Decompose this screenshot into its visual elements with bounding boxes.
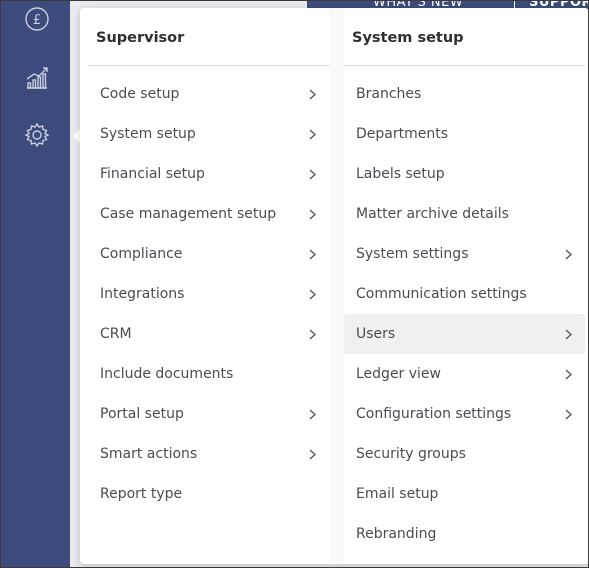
gear-icon[interactable] bbox=[23, 121, 51, 149]
menu-item-portal-setup[interactable]: Portal setup bbox=[88, 394, 329, 434]
menu-item-label: System settings bbox=[356, 246, 469, 262]
supervisor-column: Supervisor Code setup System setup Financi… bbox=[88, 8, 329, 564]
menu-item-communication-settings[interactable]: Communication settings bbox=[344, 274, 585, 314]
system-setup-menu: Branches Departments Labels setup Matter ar… bbox=[344, 66, 585, 554]
menu-item-label: Integrations bbox=[100, 286, 185, 302]
menu-item-security-groups[interactable]: Security groups bbox=[344, 434, 585, 474]
chevron-right-icon bbox=[563, 234, 573, 274]
menu-item-system-setup[interactable]: System setup bbox=[88, 114, 329, 154]
menu-item-label: Matter archive details bbox=[356, 206, 509, 222]
menu-item-label: Communication settings bbox=[356, 286, 527, 302]
menu-item-label: Compliance bbox=[100, 246, 183, 262]
menu-item-system-settings[interactable]: System settings bbox=[344, 234, 585, 274]
menu-item-label: Code setup bbox=[100, 86, 180, 102]
menu-item-label: Configuration settings bbox=[356, 406, 512, 422]
menu-item-code-setup[interactable]: Code setup bbox=[88, 74, 329, 114]
menu-item-label: Labels setup bbox=[356, 166, 445, 182]
menu-item-label: Departments bbox=[356, 126, 449, 142]
supervisor-popover: Supervisor Code setup System setup Financi… bbox=[80, 8, 588, 564]
menu-item-email-setup[interactable]: Email setup bbox=[344, 474, 585, 514]
menu-item-label: Security groups bbox=[356, 446, 466, 462]
menu-item-departments[interactable]: Departments bbox=[344, 114, 585, 154]
chevron-right-icon bbox=[307, 274, 317, 314]
menu-item-ledger-view[interactable]: Ledger view bbox=[344, 354, 585, 394]
menu-item-financial-setup[interactable]: Financial setup bbox=[88, 154, 329, 194]
chevron-right-icon bbox=[307, 234, 317, 274]
menu-item-case-management-setup[interactable]: Case management setup bbox=[88, 194, 329, 234]
nav-rail: £ bbox=[1, 1, 70, 567]
menu-item-integrations[interactable]: Integrations bbox=[88, 274, 329, 314]
chevron-right-icon bbox=[307, 74, 317, 114]
column-gap bbox=[329, 8, 344, 564]
system-setup-column: System setup Branches Departments Labels s… bbox=[344, 8, 585, 564]
chevron-right-icon bbox=[307, 194, 317, 234]
menu-item-crm[interactable]: CRM bbox=[88, 314, 329, 354]
menu-item-labels-setup[interactable]: Labels setup bbox=[344, 154, 585, 194]
menu-item-rebranding[interactable]: Rebranding bbox=[344, 514, 585, 554]
menu-item-label: Ledger view bbox=[356, 366, 441, 382]
chevron-right-icon bbox=[307, 394, 317, 434]
menu-item-smart-actions[interactable]: Smart actions bbox=[88, 434, 329, 474]
chevron-right-icon bbox=[563, 394, 573, 434]
menu-item-label: Users bbox=[356, 326, 396, 342]
menu-item-label: Portal setup bbox=[100, 406, 184, 422]
chevron-right-icon bbox=[563, 354, 573, 394]
chevron-right-icon bbox=[563, 314, 573, 354]
chevron-right-icon bbox=[307, 154, 317, 194]
menu-item-label: Branches bbox=[356, 86, 422, 102]
menu-item-configuration-settings[interactable]: Configuration settings bbox=[344, 394, 585, 434]
svg-text:£: £ bbox=[33, 13, 41, 28]
menu-item-branches[interactable]: Branches bbox=[344, 74, 585, 114]
chevron-right-icon bbox=[307, 314, 317, 354]
menu-item-label: Email setup bbox=[356, 486, 439, 502]
menu-item-matter-archive-details[interactable]: Matter archive details bbox=[344, 194, 585, 234]
menu-item-label: Include documents bbox=[100, 366, 234, 382]
chevron-right-icon bbox=[307, 434, 317, 474]
app-frame: WHAT'S NEW SUPPORT £ bbox=[0, 0, 589, 568]
pound-icon[interactable]: £ bbox=[23, 5, 51, 33]
menu-item-label: CRM bbox=[100, 326, 132, 342]
menu-item-label: Report type bbox=[100, 486, 183, 502]
menu-item-include-documents[interactable]: Include documents bbox=[88, 354, 329, 394]
menu-item-report-type[interactable]: Report type bbox=[88, 474, 329, 514]
supervisor-menu: Code setup System setup Financial setup Cas… bbox=[88, 66, 329, 514]
menu-item-label: System setup bbox=[100, 126, 196, 142]
menu-item-users[interactable]: Users bbox=[344, 314, 585, 354]
menu-item-label: Rebranding bbox=[356, 526, 437, 542]
supervisor-heading: Supervisor bbox=[88, 8, 329, 66]
menu-item-label: Case management setup bbox=[100, 206, 277, 222]
menu-item-compliance[interactable]: Compliance bbox=[88, 234, 329, 274]
chevron-right-icon bbox=[307, 114, 317, 154]
menu-item-label: Financial setup bbox=[100, 166, 205, 182]
menu-item-label: Smart actions bbox=[100, 446, 198, 462]
chart-icon[interactable] bbox=[23, 64, 51, 92]
system-setup-heading: System setup bbox=[344, 8, 585, 66]
